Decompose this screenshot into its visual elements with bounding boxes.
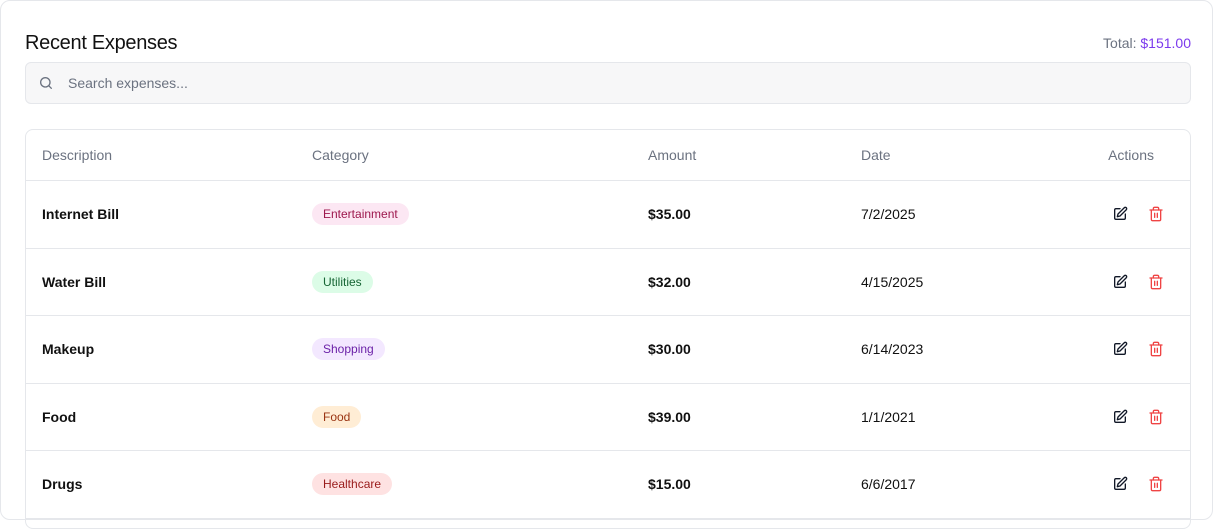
category-badge: Shopping xyxy=(312,338,385,361)
expenses-table: Description Category Amount Date Actions… xyxy=(25,129,1191,529)
table-row: Water Bill Utilities $32.00 4/15/2025 xyxy=(26,249,1190,316)
trash-icon[interactable] xyxy=(1146,407,1166,427)
trash-icon[interactable] xyxy=(1146,204,1166,224)
expense-amount: $15.00 xyxy=(648,476,691,493)
category-badge: Utilities xyxy=(312,270,373,293)
table-body: Internet Bill Entertainment $35.00 7/2/2025… xyxy=(26,181,1190,519)
table-header-row: Description Category Amount Date Actions xyxy=(26,130,1190,181)
row-actions xyxy=(1110,249,1166,316)
header: Recent Expenses Total: $151.00 xyxy=(25,29,1191,57)
expenses-card: Recent Expenses Total: $151.00 Descripti… xyxy=(0,0,1213,529)
edit-icon[interactable] xyxy=(1110,339,1130,359)
expense-amount: $35.00 xyxy=(648,206,691,223)
expense-description: Makeup xyxy=(42,341,95,358)
row-actions xyxy=(1110,181,1166,248)
search-bar[interactable] xyxy=(25,62,1191,104)
category-badge: Food xyxy=(312,405,362,428)
column-header-date: Date xyxy=(861,147,891,163)
search-icon xyxy=(26,75,66,91)
table-row: Makeup Shopping $30.00 6/14/2023 xyxy=(26,316,1190,384)
expense-date: 7/2/2025 xyxy=(861,206,916,223)
expense-date: 4/15/2025 xyxy=(861,273,924,290)
trash-icon[interactable] xyxy=(1146,474,1166,494)
table-row: Food Food $39.00 1/1/2021 xyxy=(26,384,1190,451)
expense-description: Internet Bill xyxy=(42,206,120,223)
edit-icon[interactable] xyxy=(1110,204,1130,224)
category-badge: Healthcare xyxy=(312,473,393,496)
row-actions xyxy=(1110,451,1166,518)
search-input[interactable] xyxy=(66,74,1190,92)
total-summary: Total: $151.00 xyxy=(1103,35,1191,51)
expense-date: 6/14/2023 xyxy=(861,341,924,358)
total-label: Total: xyxy=(1103,35,1137,51)
expense-date: 6/6/2017 xyxy=(861,476,916,493)
expense-amount: $30.00 xyxy=(648,341,691,358)
expense-description: Food xyxy=(42,408,77,425)
column-header-amount: Amount xyxy=(648,147,697,163)
total-value: $151.00 xyxy=(1140,35,1191,51)
trash-icon[interactable] xyxy=(1146,339,1166,359)
table-row: Internet Bill Entertainment $35.00 7/2/2025 xyxy=(26,181,1190,249)
expense-description: Drugs xyxy=(42,476,83,493)
expense-description: Water Bill xyxy=(42,273,107,290)
category-badge: Entertainment xyxy=(312,203,409,226)
expense-amount: $39.00 xyxy=(648,408,691,425)
row-actions xyxy=(1110,316,1166,383)
column-header-actions: Actions xyxy=(1108,147,1154,163)
trash-icon[interactable] xyxy=(1146,272,1166,292)
expense-date: 1/1/2021 xyxy=(861,408,916,425)
edit-icon[interactable] xyxy=(1110,407,1130,427)
edit-icon[interactable] xyxy=(1110,272,1130,292)
column-header-category: Category xyxy=(312,147,369,163)
table-row: Drugs Healthcare $15.00 6/6/2017 xyxy=(26,451,1190,519)
page-title: Recent Expenses xyxy=(25,31,178,54)
expense-amount: $32.00 xyxy=(648,273,691,290)
column-header-description: Description xyxy=(42,147,113,163)
row-actions xyxy=(1110,384,1166,451)
edit-icon[interactable] xyxy=(1110,474,1130,494)
